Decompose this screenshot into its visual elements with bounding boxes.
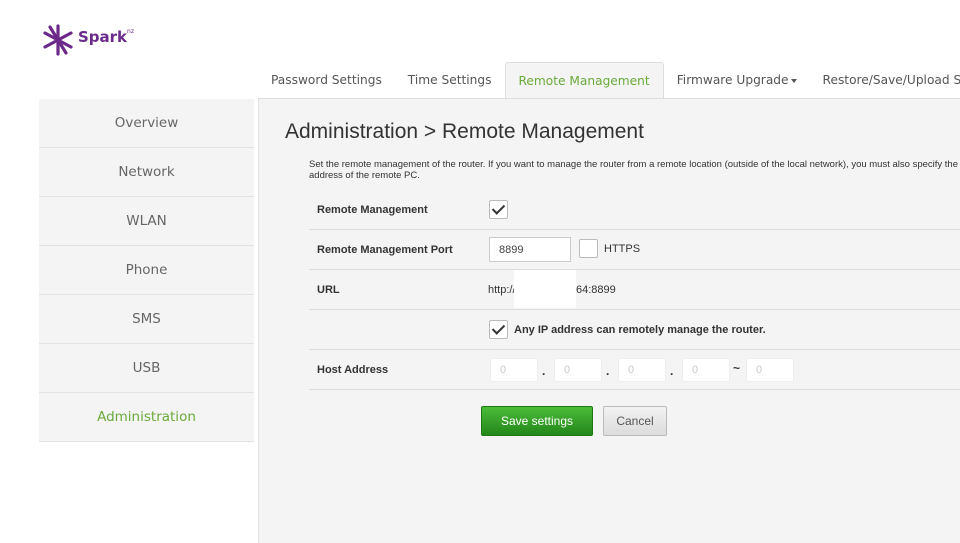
host-address-row: Host Address 0 . 0 . 0 . 0 ~ 0 — [309, 350, 960, 390]
ip-dot-separator: . — [542, 364, 546, 378]
tab-firmware-upgrade-label: Firmware Upgrade — [676, 73, 789, 87]
brand-name: Sparknz — [78, 28, 134, 46]
url-prefix: http:// — [488, 284, 516, 296]
remote-management-checkbox[interactable] — [489, 200, 508, 219]
any-ip-checkbox[interactable] — [489, 320, 508, 339]
cancel-button[interactable]: Cancel — [603, 406, 667, 436]
url-row: URL http:// 64:8899 — [309, 270, 960, 310]
page-title: Administration > Remote Management — [285, 120, 644, 143]
description-line-2: address of the remote PC. — [309, 170, 420, 181]
host-address-label: Host Address — [317, 364, 389, 376]
page-description: Set the remote management of the router.… — [309, 159, 960, 181]
tab-time-settings[interactable]: Time Settings — [395, 62, 505, 98]
tab-remote-management[interactable]: Remote Management — [504, 62, 664, 98]
url-suffix: 64:8899 — [576, 284, 616, 296]
redacted-ip-box — [514, 270, 576, 308]
url-label: URL — [317, 284, 340, 296]
caret-down-icon — [790, 78, 797, 83]
host-ip-octet-2[interactable]: 0 — [554, 358, 602, 382]
ip-dot-separator: . — [606, 364, 610, 378]
sidebar-item-network[interactable]: Network — [39, 148, 254, 197]
sidebar-item-wlan[interactable]: WLAN — [39, 197, 254, 246]
tab-restore-save-upload[interactable]: Restore/Save/Upload Settings — [810, 62, 960, 98]
tab-firmware-upgrade[interactable]: Firmware Upgrade — [664, 62, 810, 98]
any-ip-label: Any IP address can remotely manage the r… — [514, 324, 766, 336]
host-ip-octet-1[interactable]: 0 — [490, 358, 538, 382]
sidebar-item-administration[interactable]: Administration — [39, 393, 254, 442]
remote-port-row: Remote Management Port HTTPS — [309, 230, 960, 270]
sidebar: Overview Network WLAN Phone SMS USB Admi… — [39, 99, 254, 442]
admin-tabs: Password Settings Time Settings Remote M… — [258, 60, 960, 99]
ip-range-tilde: ~ — [733, 361, 741, 375]
ip-dot-separator: . — [670, 364, 674, 378]
spark-logo: Sparknz — [40, 22, 134, 58]
https-label: HTTPS — [604, 243, 641, 255]
https-checkbox[interactable] — [579, 239, 598, 258]
host-ip-end-octet[interactable]: 0 — [746, 358, 794, 382]
host-ip-octet-3[interactable]: 0 — [618, 358, 666, 382]
sidebar-item-overview[interactable]: Overview — [39, 99, 254, 148]
remote-port-label: Remote Management Port — [317, 244, 453, 256]
remote-management-row: Remote Management — [309, 190, 960, 230]
spark-star-icon — [43, 24, 73, 56]
sidebar-item-usb[interactable]: USB — [39, 344, 254, 393]
host-ip-octet-4[interactable]: 0 — [682, 358, 730, 382]
sidebar-item-sms[interactable]: SMS — [39, 295, 254, 344]
tab-password-settings[interactable]: Password Settings — [258, 62, 395, 98]
any-ip-row: Any IP address can remotely manage the r… — [309, 310, 960, 350]
remote-port-input[interactable] — [489, 237, 571, 262]
description-line-1: Set the remote management of the router.… — [309, 159, 960, 170]
main-content: Administration > Remote Management Set t… — [258, 99, 960, 543]
sidebar-item-phone[interactable]: Phone — [39, 246, 254, 295]
save-settings-button[interactable]: Save settings — [481, 406, 593, 436]
remote-management-label: Remote Management — [317, 204, 428, 216]
